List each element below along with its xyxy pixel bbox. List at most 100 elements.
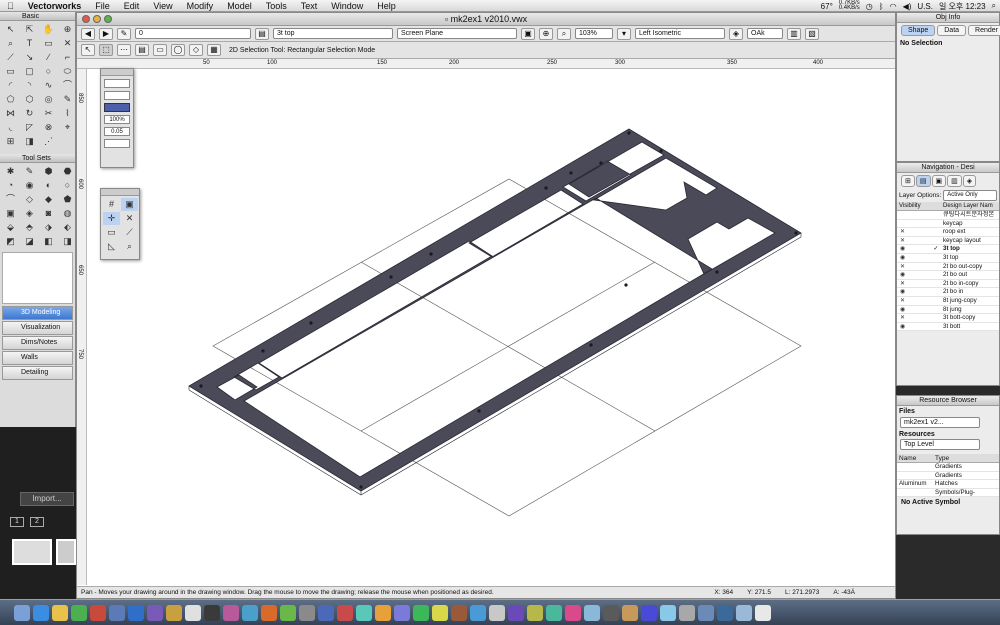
layer-visibility-icon[interactable]: ✕	[897, 280, 929, 288]
layer-row[interactable]: ◉ 2t bo out	[897, 271, 999, 280]
layer-active-check[interactable]	[929, 254, 943, 262]
layer-row[interactable]: ✕ 2t bo in-copy	[897, 279, 999, 289]
3d-tool-icon-1[interactable]: ✱	[2, 165, 19, 178]
mode-circle-icon[interactable]: ◯	[171, 44, 185, 56]
snap-smart-icon[interactable]: ⌕	[121, 240, 138, 253]
line-tool-icon[interactable]: ⟋	[2, 51, 19, 64]
dock-app-icon[interactable]	[641, 604, 657, 621]
view-options-icon[interactable]: ▧	[805, 27, 819, 40]
nav-tab-layers-icon[interactable]: ▤	[915, 175, 931, 187]
view-select[interactable]: Left Isometric	[635, 28, 725, 39]
dock-app-icon[interactable]	[375, 604, 391, 621]
3d-tool-icon-8[interactable]: ○	[59, 179, 76, 192]
3d-tool-icon-18[interactable]: ⬘	[21, 221, 38, 234]
3d-tool-icon-23[interactable]: ◧	[40, 235, 57, 248]
tab-render[interactable]: Render	[968, 25, 1000, 36]
toolset-visualization[interactable]: Visualization	[2, 321, 73, 335]
layer-row[interactable]: ◉ 3t top	[897, 253, 999, 263]
arc-tool-icon[interactable]: ◜	[2, 79, 19, 92]
pen-color-swatch[interactable]	[104, 103, 130, 112]
polygon-tool-icon[interactable]: ⬠	[2, 93, 19, 106]
class-icon[interactable]: ✎	[117, 27, 131, 40]
layer-visibility-icon[interactable]: ✕	[897, 297, 929, 305]
3d-tool-icon-17[interactable]: ⬙	[2, 221, 19, 234]
layer-visibility-icon[interactable]: ✕	[897, 237, 929, 245]
toolset-walls[interactable]: Walls	[2, 351, 73, 365]
dock-app-icon[interactable]	[698, 604, 714, 621]
reshape-tool-icon[interactable]: ⇱	[21, 23, 38, 36]
layer-visibility-icon[interactable]: ◉	[897, 306, 929, 314]
menu-tools[interactable]: Tools	[259, 1, 294, 11]
dock-app-icon[interactable]	[660, 604, 676, 621]
layer-row[interactable]: ◉ 2t bo in	[897, 288, 999, 297]
resource-row[interactable]: Gradients	[897, 463, 999, 472]
menu-model[interactable]: Model	[220, 1, 259, 11]
spiral-tool-icon[interactable]: ◎	[40, 93, 57, 106]
dimension-tool-icon[interactable]: ↘	[21, 51, 38, 64]
offset-tool-icon[interactable]: ✎	[59, 93, 76, 106]
zoom-button[interactable]	[104, 15, 112, 23]
dock-app-icon[interactable]	[603, 604, 619, 621]
tool-sets-title[interactable]: Tool Sets	[0, 154, 75, 163]
layer-active-check[interactable]: ✓	[929, 245, 943, 253]
plane-select[interactable]: Screen Plane	[397, 28, 517, 39]
class-select[interactable]: 0	[135, 28, 251, 39]
render-icon[interactable]: ◈	[729, 27, 743, 40]
layer-active-check[interactable]	[929, 263, 943, 271]
rounded-rect-tool-icon[interactable]: ▢	[21, 65, 38, 78]
tab-shape[interactable]: Shape	[901, 25, 936, 36]
tab-data[interactable]: Data	[937, 25, 967, 36]
quarter-arc-tool-icon[interactable]: ◝	[21, 79, 38, 92]
3d-tool-icon-6[interactable]: ◉	[21, 179, 38, 192]
apple-icon[interactable]: 	[0, 1, 21, 11]
dock-app-icon[interactable]	[109, 604, 125, 621]
dock-app-icon[interactable]	[14, 604, 30, 621]
dock-app-icon[interactable]	[52, 604, 68, 621]
arrowhead-select[interactable]	[104, 139, 130, 148]
dock-app-icon[interactable]	[33, 604, 49, 621]
import-button[interactable]: Import...	[20, 492, 74, 506]
snap-edge-icon[interactable]: ◺	[103, 240, 120, 253]
page-2-button[interactable]: 2	[30, 517, 44, 527]
3d-tool-icon-2[interactable]: ✎	[21, 165, 38, 178]
menu-view[interactable]: View	[146, 1, 179, 11]
layer-active-check[interactable]	[929, 297, 943, 305]
selection-tool-icon[interactable]: ↖	[2, 23, 19, 36]
mirror-tool-icon[interactable]: ⋈	[2, 107, 19, 120]
dock-app-icon[interactable]	[280, 604, 296, 621]
coord-a[interactable]: A: -43Ä	[833, 587, 855, 598]
page-1-button[interactable]: 1	[10, 517, 24, 527]
menu-text[interactable]: Text	[294, 1, 325, 11]
fill-style-select[interactable]	[104, 79, 130, 88]
layer-active-check[interactable]	[929, 211, 943, 219]
regular-polygon-tool-icon[interactable]: ⬡	[21, 93, 38, 106]
dock-app-icon[interactable]	[261, 604, 277, 621]
col-layer-name[interactable]: Design Layer Nam	[943, 202, 999, 210]
3d-tool-icon-16[interactable]: ◍	[59, 207, 76, 220]
window-title-bar[interactable]: ▫ mk2ex1 v2010.vwx	[77, 13, 895, 26]
menu-modify[interactable]: Modify	[180, 1, 221, 11]
stipple-tool-icon[interactable]: ⋰	[40, 135, 57, 148]
wifi-icon[interactable]: ◠	[890, 2, 897, 11]
dock-app-icon[interactable]	[356, 604, 372, 621]
coord-l[interactable]: L: 271.2973	[785, 587, 819, 598]
lasso-mode-icon[interactable]: ⋯	[117, 44, 131, 56]
dock-app-icon[interactable]	[185, 604, 201, 621]
layer-visibility-icon[interactable]: ◉	[897, 323, 929, 331]
layer-row[interactable]: ✕ 3t bott-copy	[897, 314, 999, 323]
coord-y[interactable]: Y: 271.5	[747, 587, 771, 598]
dock-app-icon[interactable]	[413, 604, 429, 621]
attributes-titlebar[interactable]	[101, 69, 133, 76]
layer-visibility-icon[interactable]: ◉	[897, 245, 929, 253]
col-type[interactable]: Type	[935, 454, 999, 462]
app-menu[interactable]: Vectorworks	[21, 1, 89, 11]
dock-app-icon[interactable]	[318, 604, 334, 621]
visibility-tool-icon[interactable]: ◨	[21, 135, 38, 148]
3d-tool-icon-12[interactable]: ⬟	[59, 193, 76, 206]
zoom-stepper-icon[interactable]: ▾	[617, 27, 631, 40]
zoom-field[interactable]: 103%	[575, 28, 613, 39]
layer-visibility-icon[interactable]: ◉	[897, 288, 929, 296]
layer-visibility-icon[interactable]: ◉	[897, 254, 929, 262]
dock-app-icon[interactable]	[166, 604, 182, 621]
toolset-3d-modeling[interactable]: 3D Modeling	[2, 306, 73, 320]
